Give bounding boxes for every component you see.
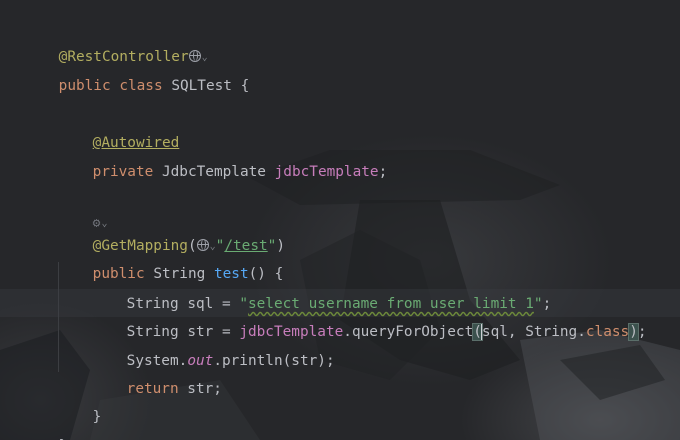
code-line-10[interactable]: String sql = "select username from user … — [92, 262, 552, 312]
brace: { — [240, 78, 250, 94]
keyword: private — [92, 164, 154, 180]
semicolon: ; — [637, 324, 647, 340]
keyword: public — [58, 78, 111, 94]
code-line-11[interactable]: String str = jdbcTemplate.queryForObject… — [92, 290, 647, 341]
semicolon: ; — [378, 164, 388, 180]
code-line-15[interactable]: } — [24, 404, 68, 440]
code-line-14[interactable]: } — [58, 375, 102, 425]
keyword: class — [585, 324, 630, 340]
code-line-8[interactable]: @GetMapping(⌄"/test") — [58, 204, 285, 254]
class-name: SQLTest — [171, 78, 232, 94]
code-line-5[interactable]: private JdbcTemplate jdbcTemplate; — [58, 130, 388, 180]
code-line-2[interactable]: public class SQLTest { — [24, 44, 250, 94]
brace: } — [92, 409, 102, 425]
method-args: sql, String. — [481, 324, 586, 340]
field-name: jdbcTemplate — [274, 164, 379, 180]
keyword: class — [119, 78, 163, 94]
return-value: str; — [178, 381, 222, 397]
code-line-13[interactable]: return str; — [92, 347, 222, 397]
code-line-12[interactable]: System.out.println(str); — [92, 319, 335, 369]
dot: . — [343, 324, 352, 340]
code-line-9[interactable]: public String test() { — [58, 232, 284, 282]
code-line-1[interactable]: @RestController ⌄ — [24, 15, 208, 65]
keyword: return — [126, 381, 179, 397]
type-name: JdbcTemplate — [161, 164, 266, 180]
code-editor[interactable]: @RestController ⌄ public class SQLTest { … — [0, 0, 680, 440]
matched-paren-close: ) — [628, 323, 639, 341]
method-name: queryForObject — [351, 324, 474, 340]
code-line-4[interactable]: @Autowired — [58, 101, 180, 151]
method-call: .println(str); — [213, 353, 335, 369]
